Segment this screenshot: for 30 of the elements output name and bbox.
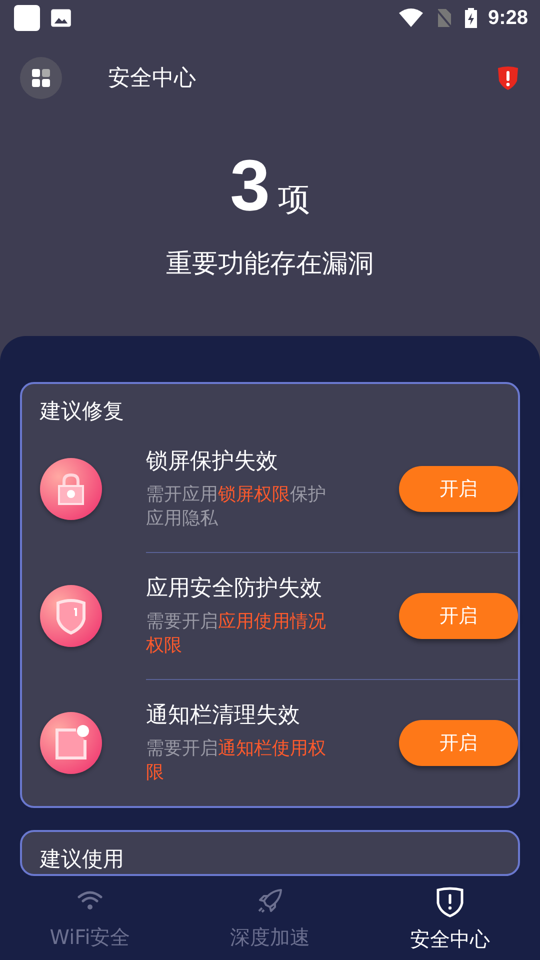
enable-button[interactable]: 开启 xyxy=(399,593,518,639)
app-notification-icon xyxy=(14,5,40,31)
issue-description: 需要开启通知栏使用权限 xyxy=(146,737,327,785)
apps-menu-button[interactable] xyxy=(20,57,62,99)
image-icon xyxy=(50,7,72,29)
issue-title: 应用安全防护失效 xyxy=(146,575,323,603)
enable-button[interactable]: 开启 xyxy=(399,720,518,766)
nav-tab[interactable]: 深度加速 xyxy=(180,876,360,960)
wifi-signal-icon xyxy=(398,8,424,28)
shield-alert-icon xyxy=(435,886,465,918)
issue-title: 通知栏清理失效 xyxy=(146,702,301,730)
issue-count: 3 xyxy=(230,146,270,226)
page-title: 安全中心 xyxy=(108,65,197,93)
issue-icon xyxy=(40,585,102,647)
warning-shield-icon[interactable] xyxy=(496,65,520,91)
status-time: 9:28 xyxy=(488,6,528,30)
section-title: 建议修复 xyxy=(40,398,125,425)
grid-icon xyxy=(31,68,51,88)
issue-icon xyxy=(40,458,102,520)
count-unit: 项 xyxy=(278,179,310,220)
issue-title: 锁屏保护失效 xyxy=(146,448,279,476)
nav-tab[interactable]: WiFi安全 xyxy=(0,876,180,960)
issue-icon xyxy=(40,712,102,774)
enable-button[interactable]: 开启 xyxy=(399,466,518,512)
nav-tab[interactable]: 安全中心 xyxy=(360,876,540,960)
section-title: 建议使用 xyxy=(40,846,125,873)
issue-description: 需开应用锁屏权限保护应用隐私 xyxy=(146,483,327,531)
issue-description: 需要开启应用使用情况权限 xyxy=(146,610,327,658)
battery-charging-icon xyxy=(464,7,478,29)
summary-message: 重要功能存在漏洞 xyxy=(166,248,374,281)
